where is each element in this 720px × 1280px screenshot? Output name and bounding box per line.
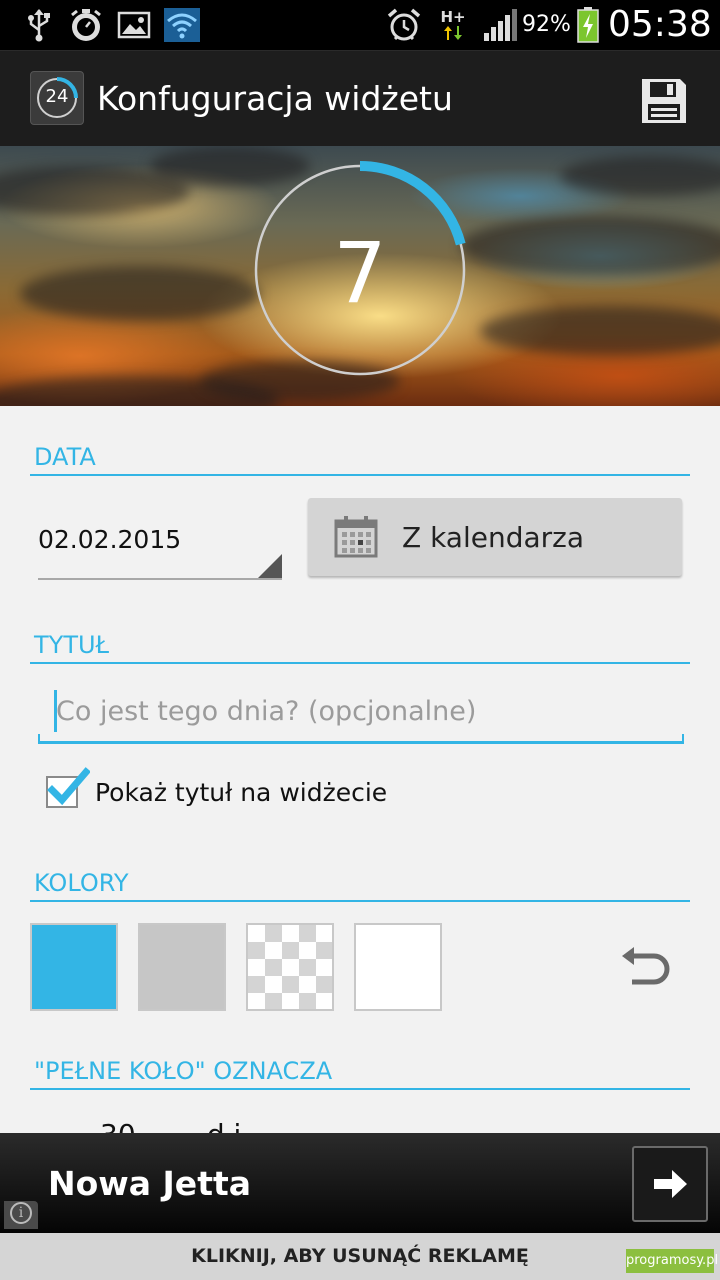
section-header-full-circle-label: "PEŁNE KOŁO" OZNACZA [34, 1057, 333, 1085]
info-icon: i [10, 1202, 32, 1224]
calendar-button[interactable]: Z kalendarza [308, 498, 682, 576]
arrow-right-icon [654, 1170, 687, 1198]
undo-icon [622, 947, 670, 985]
calendar-button-label: Z kalendarza [402, 521, 585, 554]
stopwatch-icon [68, 8, 104, 42]
alarm-icon [386, 8, 422, 42]
title-input[interactable]: Co jest tego dnia? (opcjonalne) [38, 684, 684, 744]
wifi-icon [164, 8, 200, 42]
show-title-checkbox[interactable] [46, 767, 90, 808]
remove-ad-bar[interactable]: KLIKNIJ, ABY USUNĄĆ REKLAMĘ [0, 1233, 720, 1280]
app-icon-text: 24 [45, 86, 69, 107]
battery-percent: 92% [522, 12, 571, 37]
widget-preview-banner: 7 [0, 146, 720, 406]
app-screen: H+ 92% 05:38 24 Konfuguracja widżetu 7 D… [0, 0, 720, 1280]
spinner-corner-icon [258, 554, 282, 578]
signal-icon [482, 8, 518, 42]
section-header-full-circle: "PEŁNE KOŁO" OZNACZA [30, 1050, 690, 1090]
battery-charging-icon [576, 7, 600, 43]
color-swatch-text[interactable] [354, 923, 442, 1011]
section-header-title-label: TYTUŁ [34, 631, 110, 659]
save-icon [642, 79, 686, 123]
section-header-colors-label: KOLORY [34, 869, 129, 897]
page-title: Konfuguracja widżetu [97, 79, 453, 118]
ad-banner[interactable]: Nowa Jetta i [0, 1133, 720, 1233]
checkmark-icon [47, 767, 90, 806]
action-bar: 24 Konfuguracja widżetu [0, 50, 720, 146]
gallery-icon [116, 8, 152, 42]
reset-colors-button[interactable] [618, 942, 674, 994]
brand-watermark: programosy.pl [626, 1249, 718, 1273]
section-header-colors: KOLORY [30, 862, 690, 902]
save-button[interactable] [636, 73, 692, 129]
ad-title: Nowa Jetta [48, 1164, 252, 1203]
color-swatch-background[interactable] [246, 923, 334, 1011]
ad-open-button[interactable] [632, 1146, 708, 1222]
section-header-title: TYTUŁ [30, 624, 690, 664]
section-header-date-label: DATA [34, 443, 96, 471]
remove-ad-label: KLIKNIJ, ABY USUNĄĆ REKLAMĘ [191, 1245, 529, 1267]
network-type-icon: H+ [438, 8, 468, 42]
clock: 05:38 [608, 4, 712, 45]
color-swatch-secondary[interactable] [138, 923, 226, 1011]
calendar-icon [334, 516, 378, 558]
color-swatch-primary[interactable] [30, 923, 118, 1011]
title-input-placeholder: Co jest tego dnia? (opcjonalne) [56, 696, 477, 727]
app-icon[interactable]: 24 [30, 71, 84, 125]
section-header-date: DATA [30, 436, 690, 476]
ad-info-button[interactable]: i [4, 1201, 38, 1229]
days-counter: 7 [333, 224, 387, 322]
date-value: 02.02.2015 [38, 525, 182, 554]
status-bar: H+ 92% 05:38 [0, 0, 720, 50]
usb-icon [24, 8, 54, 42]
show-title-label[interactable]: Pokaż tytuł na widżecie [95, 778, 387, 807]
date-spinner[interactable]: 02.02.2015 [38, 505, 282, 580]
